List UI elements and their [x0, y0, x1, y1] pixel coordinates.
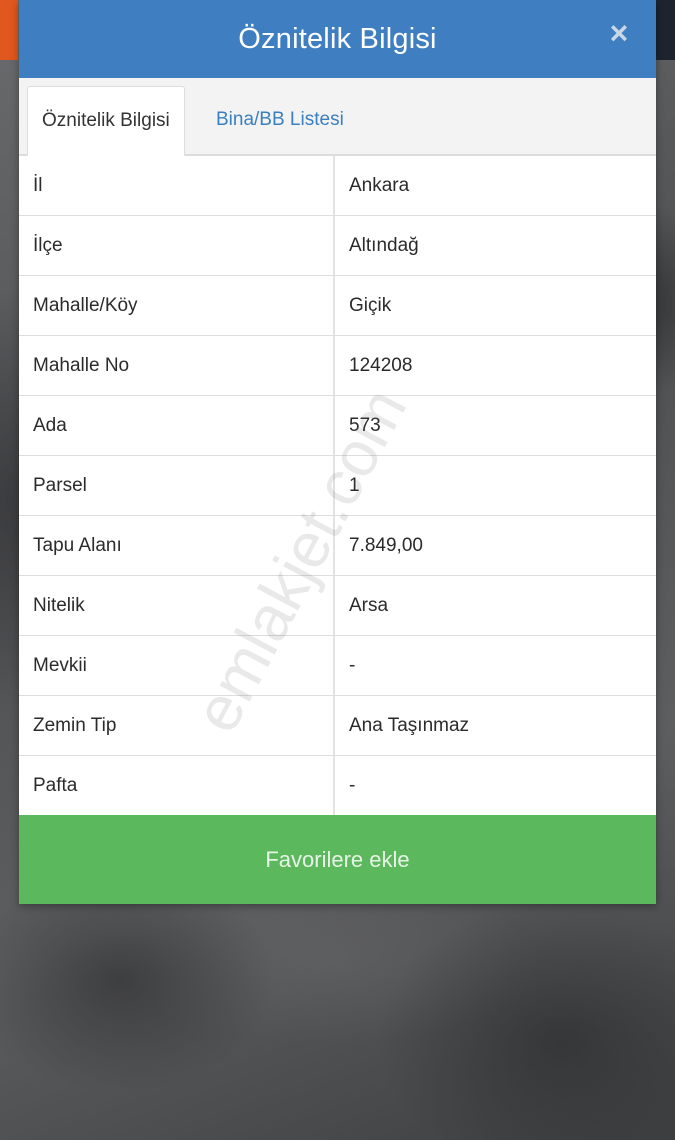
table-row: Mahalle No 124208 — [19, 336, 656, 396]
row-value: - — [349, 654, 356, 676]
background-map-control-right — [655, 0, 675, 60]
table-row: Nitelik Arsa — [19, 576, 656, 636]
row-value: 573 — [349, 414, 381, 436]
row-value: Ana Taşınmaz — [349, 714, 470, 736]
table-row: Pafta - — [19, 756, 656, 816]
add-to-favorites-button[interactable]: Favorilere ekle — [19, 815, 656, 904]
row-label: İlçe — [19, 216, 335, 275]
row-label: Mahalle No — [19, 336, 335, 395]
table-row: Mevkii - — [19, 636, 656, 696]
row-value: Ankara — [349, 174, 410, 196]
attribute-info-modal: Öznitelik Bilgisi × Öznitelik Bilgisi Bi… — [19, 0, 656, 904]
tab-building-list[interactable]: Bina/BB Listesi — [202, 86, 358, 154]
row-label: Pafta — [19, 756, 335, 815]
row-label: Nitelik — [19, 576, 335, 635]
tab-attribute-info[interactable]: Öznitelik Bilgisi — [27, 86, 185, 156]
row-label: İl — [19, 156, 335, 215]
attribute-table: İl Ankara İlçe Altındağ Mahalle/Köy Giçi… — [19, 155, 656, 816]
row-value: Giçik — [349, 294, 392, 316]
table-row: Parsel 1 — [19, 456, 656, 516]
row-label: Zemin Tip — [19, 696, 335, 755]
row-value: 124208 — [349, 354, 413, 376]
row-value: 1 — [349, 474, 360, 496]
table-row: İlçe Altındağ — [19, 216, 656, 276]
table-row: Mahalle/Köy Giçik — [19, 276, 656, 336]
table-row: Zemin Tip Ana Taşınmaz — [19, 696, 656, 756]
table-row: Ada 573 — [19, 396, 656, 456]
modal-title: Öznitelik Bilgisi — [238, 22, 437, 55]
background-map-control-left — [0, 0, 18, 60]
row-value: - — [349, 774, 356, 796]
row-label: Ada — [19, 396, 335, 455]
tab-bar: Öznitelik Bilgisi Bina/BB Listesi — [19, 78, 656, 156]
modal-header: Öznitelik Bilgisi × — [19, 0, 656, 78]
table-row: İl Ankara — [19, 156, 656, 216]
row-value: Altındağ — [349, 234, 419, 256]
row-label: Mahalle/Köy — [19, 276, 335, 335]
row-value: Arsa — [349, 594, 389, 616]
close-icon[interactable]: × — [604, 17, 634, 49]
table-row: Tapu Alanı 7.849,00 — [19, 516, 656, 576]
row-label: Parsel — [19, 456, 335, 515]
row-label: Mevkii — [19, 636, 335, 695]
row-value: 7.849,00 — [349, 534, 423, 556]
row-label: Tapu Alanı — [19, 516, 335, 575]
